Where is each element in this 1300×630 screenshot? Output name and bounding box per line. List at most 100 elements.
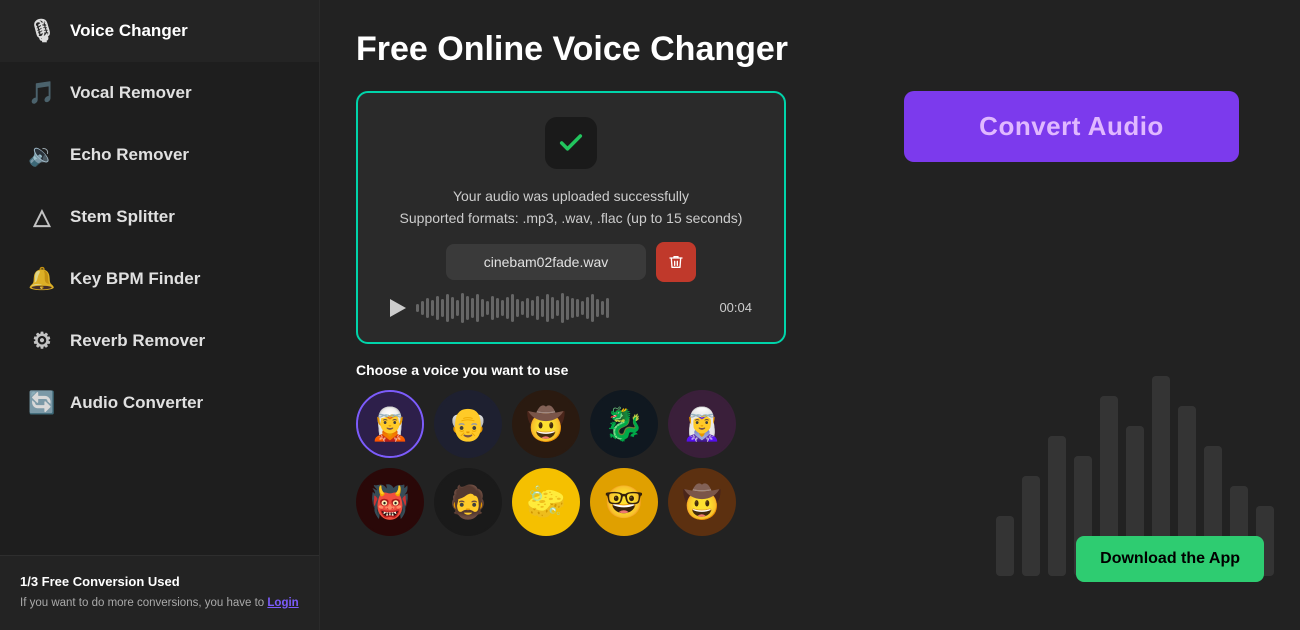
sidebar: 🎙 Voice Changer 🎵 Vocal Remover 🔉 Echo R… bbox=[0, 0, 320, 630]
sidebar-icon-vocal-remover: 🎵 bbox=[28, 80, 56, 106]
waveform-bar bbox=[606, 298, 609, 318]
sidebar-label-key-bpm-finder: Key BPM Finder bbox=[70, 269, 200, 289]
right-panel: Convert Audio Download the App bbox=[904, 91, 1264, 606]
waveform-bar bbox=[496, 298, 499, 318]
voice-avatar-10[interactable]: 🤠 bbox=[668, 468, 736, 536]
file-name: cinebam02fade.wav bbox=[446, 244, 646, 280]
sidebar-label-vocal-remover: Vocal Remover bbox=[70, 83, 192, 103]
waveform-bar bbox=[431, 300, 434, 316]
waveform-bar bbox=[556, 300, 559, 316]
voice-avatar-9[interactable]: 🤓 bbox=[590, 468, 658, 536]
sidebar-icon-audio-converter: 🔄 bbox=[28, 390, 56, 416]
conversion-info: 1/3 Free Conversion Used If you want to … bbox=[0, 555, 319, 630]
voice-section: Choose a voice you want to use 🧝👴🤠🐉🧝‍♀️👹… bbox=[356, 362, 868, 536]
waveform-bar bbox=[446, 294, 449, 322]
delete-file-button[interactable] bbox=[656, 242, 696, 282]
upload-success-text: Your audio was uploaded successfully Sup… bbox=[400, 185, 743, 230]
waveform-bar bbox=[451, 297, 454, 319]
waveform-bar bbox=[421, 301, 424, 315]
waveform-bar bbox=[486, 301, 489, 315]
waveform-bar bbox=[566, 296, 569, 320]
upload-box: Your audio was uploaded successfully Sup… bbox=[356, 91, 786, 344]
login-link[interactable]: Login bbox=[267, 597, 298, 609]
sidebar-label-stem-splitter: Stem Splitter bbox=[70, 207, 175, 227]
voice-avatar-5[interactable]: 🧝‍♀️ bbox=[668, 390, 736, 458]
waveform-bar bbox=[526, 298, 529, 318]
sidebar-label-voice-changer: Voice Changer bbox=[70, 21, 188, 41]
waveform-bar bbox=[476, 294, 479, 322]
sidebar-label-reverb-remover: Reverb Remover bbox=[70, 331, 205, 351]
waveform-bar bbox=[471, 298, 474, 318]
file-row: cinebam02fade.wav bbox=[386, 242, 756, 282]
sidebar-item-echo-remover[interactable]: 🔉 Echo Remover bbox=[0, 124, 319, 186]
sidebar-icon-voice-changer: 🎙 bbox=[28, 18, 56, 44]
convert-audio-button[interactable]: Convert Audio bbox=[904, 91, 1239, 162]
waveform-bar bbox=[456, 300, 459, 316]
waveform-bar bbox=[516, 299, 519, 317]
waveform-bar bbox=[571, 298, 574, 318]
voice-grid: 🧝👴🤠🐉🧝‍♀️👹🧔🧽🤓🤠 bbox=[356, 390, 868, 536]
sidebar-label-audio-converter: Audio Converter bbox=[70, 393, 203, 413]
waveform-bar bbox=[501, 300, 504, 316]
waveform-bar bbox=[436, 296, 439, 320]
waveform-bar bbox=[586, 297, 589, 319]
sidebar-item-voice-changer[interactable]: 🎙 Voice Changer bbox=[0, 0, 319, 62]
voice-avatar-6[interactable]: 👹 bbox=[356, 468, 424, 536]
waveform-bar bbox=[591, 294, 594, 322]
sidebar-item-audio-converter[interactable]: 🔄 Audio Converter bbox=[0, 372, 319, 434]
bg-waveform-bar bbox=[996, 516, 1014, 576]
sidebar-label-echo-remover: Echo Remover bbox=[70, 145, 189, 165]
sidebar-item-reverb-remover[interactable]: ⚙ Reverb Remover bbox=[0, 310, 319, 372]
waveform-bar bbox=[596, 299, 599, 317]
voice-row-2: 👹🧔🧽🤓🤠 bbox=[356, 468, 868, 536]
waveform-bar bbox=[581, 301, 584, 315]
voice-avatar-7[interactable]: 🧔 bbox=[434, 468, 502, 536]
waveform-bar bbox=[541, 299, 544, 317]
sidebar-icon-key-bpm-finder: 🔔 bbox=[28, 266, 56, 292]
left-panel: Your audio was uploaded successfully Sup… bbox=[356, 91, 868, 606]
waveform-bar bbox=[521, 301, 524, 315]
waveform-bar bbox=[551, 297, 554, 319]
waveform-bar bbox=[441, 299, 444, 317]
waveform-bar bbox=[416, 304, 419, 312]
waveform-bar bbox=[561, 293, 564, 323]
waveform-bar bbox=[601, 301, 604, 315]
waveform-bar bbox=[481, 299, 484, 317]
waveform-bar bbox=[576, 299, 579, 317]
waveform bbox=[416, 294, 706, 322]
waveform-bar bbox=[461, 293, 464, 323]
waveform-bar bbox=[531, 300, 534, 316]
waveform-bar bbox=[466, 296, 469, 320]
voice-section-label: Choose a voice you want to use bbox=[356, 362, 868, 378]
content-area: Your audio was uploaded successfully Sup… bbox=[356, 91, 1264, 606]
voice-row-1: 🧝👴🤠🐉🧝‍♀️ bbox=[356, 390, 868, 458]
sidebar-item-stem-splitter[interactable]: △ Stem Splitter bbox=[0, 186, 319, 248]
conversion-desc: If you want to do more conversions, you … bbox=[20, 595, 299, 612]
bg-waveform-bar bbox=[1022, 476, 1040, 576]
waveform-bar bbox=[511, 294, 514, 322]
sidebar-item-key-bpm-finder[interactable]: 🔔 Key BPM Finder bbox=[0, 248, 319, 310]
sidebar-icon-stem-splitter: △ bbox=[28, 204, 56, 230]
waveform-bar bbox=[536, 296, 539, 320]
voice-avatar-3[interactable]: 🤠 bbox=[512, 390, 580, 458]
sidebar-icon-reverb-remover: ⚙ bbox=[28, 328, 56, 354]
waveform-bar bbox=[491, 296, 494, 320]
waveform-bar bbox=[506, 297, 509, 319]
download-app-button[interactable]: Download the App bbox=[1076, 536, 1264, 582]
voice-avatar-2[interactable]: 👴 bbox=[434, 390, 502, 458]
sidebar-icon-echo-remover: 🔉 bbox=[28, 142, 56, 168]
waveform-bar bbox=[546, 294, 549, 322]
main-content: Free Online Voice Changer Your audio was… bbox=[320, 0, 1300, 630]
voice-avatar-8[interactable]: 🧽 bbox=[512, 468, 580, 536]
conversion-count: 1/3 Free Conversion Used bbox=[20, 574, 299, 589]
sidebar-item-vocal-remover[interactable]: 🎵 Vocal Remover bbox=[0, 62, 319, 124]
duration: 00:04 bbox=[716, 300, 752, 315]
bg-waveform-bar bbox=[1048, 436, 1066, 576]
voice-avatar-4[interactable]: 🐉 bbox=[590, 390, 658, 458]
play-button[interactable] bbox=[390, 299, 406, 317]
voice-avatar-1[interactable]: 🧝 bbox=[356, 390, 424, 458]
audio-player: 00:04 bbox=[386, 294, 756, 322]
success-icon bbox=[545, 117, 597, 169]
waveform-bar bbox=[426, 298, 429, 318]
page-title: Free Online Voice Changer bbox=[356, 30, 1264, 69]
